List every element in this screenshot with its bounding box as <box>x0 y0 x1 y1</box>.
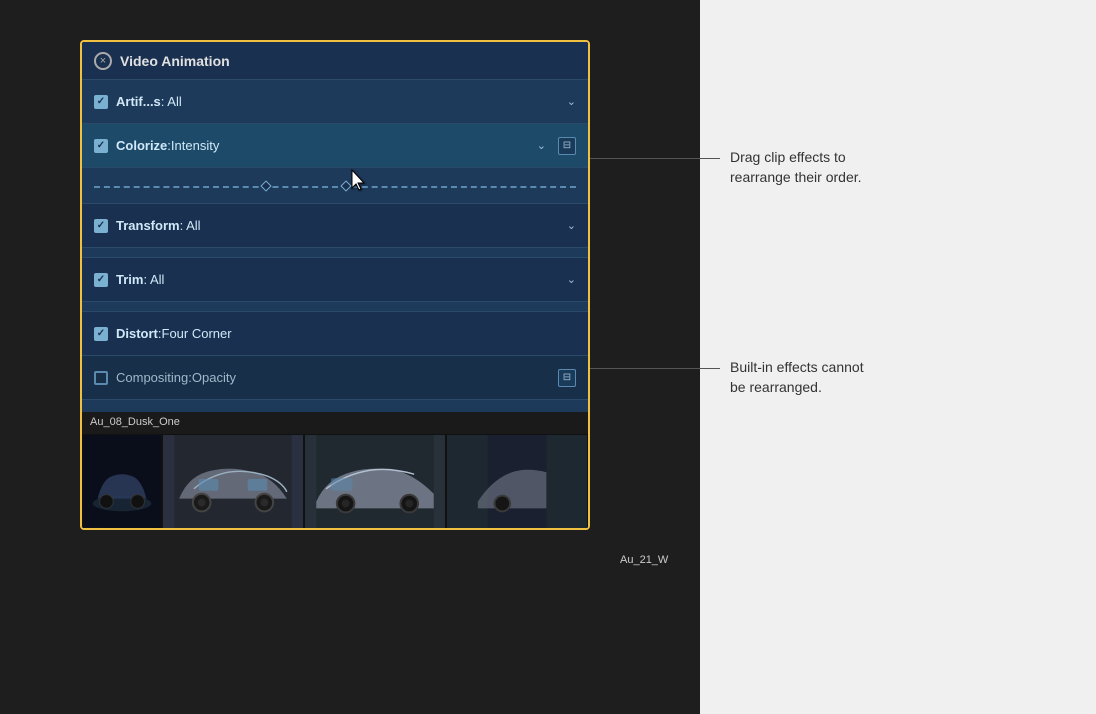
checkbox-compositing-empty[interactable] <box>94 371 108 385</box>
keyframe-diamond-1[interactable] <box>260 180 271 191</box>
timeline-label-panel: Au_08_Dusk_One <box>82 412 588 432</box>
spacer-1 <box>82 248 588 258</box>
keyframe-area <box>82 168 588 204</box>
effect-label-distort: Distort:Four Corner <box>116 326 576 341</box>
annotation-background <box>700 0 1096 714</box>
keyframe-diamond-2[interactable] <box>340 180 351 191</box>
film-frame-1 <box>82 434 162 528</box>
spacer-2 <box>82 302 588 312</box>
expand-button-colorize[interactable] <box>558 137 576 155</box>
dropdown-arrow-artifacts[interactable]: ⌄ <box>567 95 576 108</box>
film-frame-4 <box>446 434 588 528</box>
checkbox-colorize[interactable] <box>94 139 108 153</box>
annotation-drag-text: Drag clip effects to rearrange their ord… <box>730 148 882 187</box>
car-svg-4 <box>447 435 587 528</box>
effect-row-distort: Distort:Four Corner <box>82 312 588 356</box>
car-svg-1 <box>83 435 161 528</box>
effect-label-trim: Trim: All <box>116 272 563 287</box>
effect-row-colorize[interactable]: Colorize:Intensity ⌄ <box>82 124 588 168</box>
effect-label-colorize: Colorize:Intensity <box>116 138 533 153</box>
checkbox-distort[interactable] <box>94 327 108 341</box>
filmstrip <box>82 434 588 528</box>
effect-label-transform: Transform: All <box>116 218 563 233</box>
car-svg-2 <box>163 435 303 528</box>
annotation-line-top <box>590 158 710 159</box>
timeline-label-right: Au_21_W <box>620 554 668 566</box>
panel-timeline-area: Au_08_Dusk_One <box>82 412 588 528</box>
annotation-dash-top <box>700 158 720 159</box>
panel-title: Video Animation <box>120 53 230 69</box>
annotation-builtin-text: Built-in effects cannot be rearranged. <box>730 358 884 397</box>
film-frame-3 <box>304 434 446 528</box>
effect-label-compositing: Compositing:Opacity <box>116 370 558 385</box>
effect-label-artifacts: Artif...s: All <box>116 94 563 109</box>
effect-row-transform: Transform: All ⌄ <box>82 204 588 248</box>
video-animation-panel: × Video Animation Artif...s: All ⌄ Color… <box>80 40 590 530</box>
annotation-drag: Drag clip effects to rearrange their ord… <box>700 148 1096 187</box>
dropdown-arrow-colorize[interactable]: ⌄ <box>537 139 546 152</box>
effect-row-compositing: Compositing:Opacity <box>82 356 588 400</box>
car-svg-3 <box>305 435 445 528</box>
checkbox-trim[interactable] <box>94 273 108 287</box>
keyframe-dashed-line <box>94 186 576 188</box>
checkbox-artifacts[interactable] <box>94 95 108 109</box>
annotation-line-bottom <box>590 368 710 369</box>
effect-row-trim: Trim: All ⌄ <box>82 258 588 302</box>
dropdown-arrow-trim[interactable]: ⌄ <box>567 273 576 286</box>
expand-button-compositing[interactable] <box>558 369 576 387</box>
annotation-dash-bottom <box>700 368 720 369</box>
close-button[interactable]: × <box>94 52 112 70</box>
effect-row-artifacts[interactable]: Artif...s: All ⌄ <box>82 80 588 124</box>
checkbox-transform[interactable] <box>94 219 108 233</box>
panel-header: × Video Animation <box>82 42 588 80</box>
annotation-builtin: Built-in effects cannot be rearranged. <box>700 358 1096 397</box>
film-frame-2 <box>162 434 304 528</box>
dropdown-arrow-transform[interactable]: ⌄ <box>567 219 576 232</box>
